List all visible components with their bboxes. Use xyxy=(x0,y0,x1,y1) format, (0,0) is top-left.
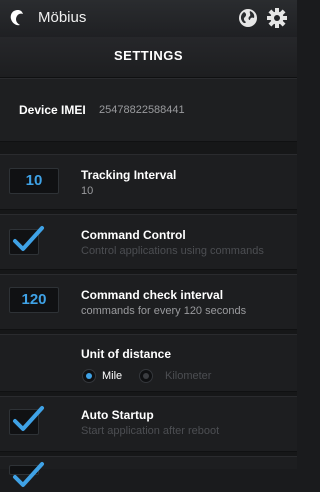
auto-startup-title: Auto Startup xyxy=(81,408,154,422)
radio-mile-label[interactable]: Mile xyxy=(102,370,122,382)
command-check-interval-title: Command check interval xyxy=(81,288,224,302)
auto-startup-checkbox[interactable] xyxy=(9,406,44,435)
checkmark-icon xyxy=(13,226,44,251)
radio-kilometer[interactable] xyxy=(139,369,153,383)
radio-kilometer-label[interactable]: Kilometer xyxy=(165,370,211,382)
radio-mile[interactable] xyxy=(82,369,96,383)
tracking-interval-subtitle: 10 xyxy=(81,185,94,197)
device-imei-value: 25478822588441 xyxy=(99,104,185,116)
radio-unselected-dot xyxy=(143,373,149,379)
command-control-checkbox[interactable] xyxy=(9,226,44,255)
command-check-interval-value-box[interactable]: 120 xyxy=(9,287,59,313)
tracking-interval-title: Tracking Interval xyxy=(81,168,177,182)
device-imei-label: Device IMEI xyxy=(19,103,86,117)
auto-startup-subtitle: Start application after reboot xyxy=(81,425,220,437)
command-control-title: Command Control xyxy=(81,228,186,242)
tracking-interval-row[interactable]: 10 Tracking Interval 10 xyxy=(0,154,297,210)
mobius-logo-icon xyxy=(10,10,23,26)
section-divider xyxy=(0,142,297,154)
unit-of-distance-title: Unit of distance xyxy=(81,347,172,361)
unit-of-distance-row: Unit of distance Mile Kilometer xyxy=(0,334,297,392)
gear-icon[interactable] xyxy=(266,7,288,29)
command-control-subtitle: Control applications using commands xyxy=(81,245,264,257)
command-control-row[interactable]: Command Control Control applications usi… xyxy=(0,214,297,270)
radio-selected-dot xyxy=(86,373,92,379)
tracking-interval-value-box[interactable]: 10 xyxy=(9,168,59,194)
app-title: Möbius xyxy=(38,9,87,26)
command-check-interval-subtitle: commands for every 120 seconds xyxy=(81,305,247,317)
checkmark-icon xyxy=(13,462,44,487)
app-bar: Möbius xyxy=(0,0,297,38)
auto-startup-row[interactable]: Auto Startup Start application after reb… xyxy=(0,396,297,452)
next-setting-row-partial[interactable] xyxy=(0,456,297,487)
checkmark-icon xyxy=(13,406,44,431)
page-title: SETTINGS xyxy=(0,37,297,78)
next-setting-checkbox[interactable] xyxy=(9,462,44,487)
device-imei-row: Device IMEI 25478822588441 xyxy=(0,78,297,142)
globe-icon[interactable] xyxy=(238,8,258,28)
command-check-interval-row[interactable]: 120 Command check interval commands for … xyxy=(0,274,297,330)
